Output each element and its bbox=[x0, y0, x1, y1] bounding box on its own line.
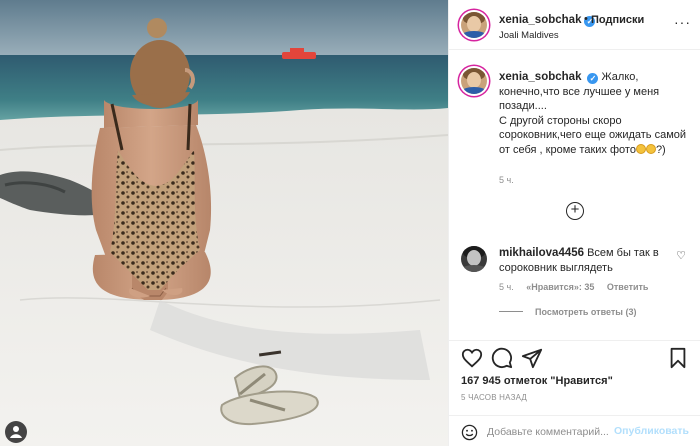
author-avatar[interactable] bbox=[461, 12, 487, 38]
more-options-icon[interactable]: ··· bbox=[674, 14, 691, 30]
replies-divider bbox=[499, 311, 523, 312]
caption-username[interactable]: xenia_sobchak bbox=[499, 71, 581, 83]
smiling-emoji-icon bbox=[645, 143, 656, 154]
verified-badge-icon: ✓ bbox=[587, 73, 599, 84]
comment-input[interactable] bbox=[487, 424, 627, 440]
laughing-emoji-icon bbox=[635, 143, 646, 154]
comment-time[interactable]: 5 ч. bbox=[499, 282, 514, 292]
beach-photo bbox=[0, 0, 448, 446]
likes-count[interactable]: 167 945 отметок "Нравится" bbox=[461, 375, 613, 387]
reply-button[interactable]: Ответить bbox=[607, 282, 649, 292]
post-side-panel: xenia_sobchak ✓ • Подписки Joali Maldives… bbox=[448, 0, 700, 446]
post-header: xenia_sobchak ✓ • Подписки Joali Maldives… bbox=[449, 0, 700, 50]
post-actions: 167 945 отметок "Нравится" 5 ЧАСОВ НАЗАД… bbox=[449, 340, 700, 446]
publish-button[interactable]: Опубликовать bbox=[614, 425, 689, 437]
commenter-username[interactable]: mikhailova4456 bbox=[499, 247, 584, 259]
add-comment-bar: Опубликовать bbox=[449, 415, 700, 446]
comment-icon[interactable] bbox=[491, 347, 513, 369]
post-photo[interactable] bbox=[0, 0, 448, 446]
post-time[interactable]: 5 ЧАСОВ НАЗАД bbox=[461, 393, 527, 402]
following-button[interactable]: Подписки bbox=[591, 14, 644, 26]
bookmark-icon[interactable] bbox=[667, 347, 689, 369]
author-username-text[interactable]: xenia_sobchak bbox=[499, 14, 581, 26]
comment-meta: 5 ч. «Нравится»: 35 Ответить bbox=[499, 282, 658, 292]
view-replies-label[interactable]: Посмотреть ответы (3) bbox=[535, 307, 636, 317]
caption-end: ?) bbox=[655, 143, 666, 156]
load-more-comments-button[interactable]: + bbox=[566, 202, 584, 220]
caption-text: xenia_sobchak ✓ Жалко, конечно,что все лу… bbox=[499, 70, 687, 157]
comment-like-icon[interactable]: ♡ bbox=[676, 249, 686, 262]
caption-time[interactable]: 5 ч. bbox=[499, 175, 514, 185]
commenter-avatar[interactable] bbox=[461, 246, 487, 272]
view-replies-button[interactable]: Посмотреть ответы (3) bbox=[499, 307, 636, 317]
location-link[interactable]: Joali Maldives bbox=[499, 30, 559, 41]
heart-icon[interactable] bbox=[461, 347, 483, 369]
share-icon[interactable] bbox=[521, 347, 543, 369]
author-username[interactable]: xenia_sobchak ✓ bbox=[499, 14, 596, 27]
comment-text: mikhailova4456 Всем бы так в сороковник … bbox=[499, 246, 677, 275]
separator-dot: • bbox=[584, 13, 588, 25]
emoji-picker-icon[interactable] bbox=[461, 424, 478, 441]
comment-likes[interactable]: «Нравится»: 35 bbox=[526, 282, 594, 292]
caption-avatar[interactable] bbox=[461, 68, 487, 94]
